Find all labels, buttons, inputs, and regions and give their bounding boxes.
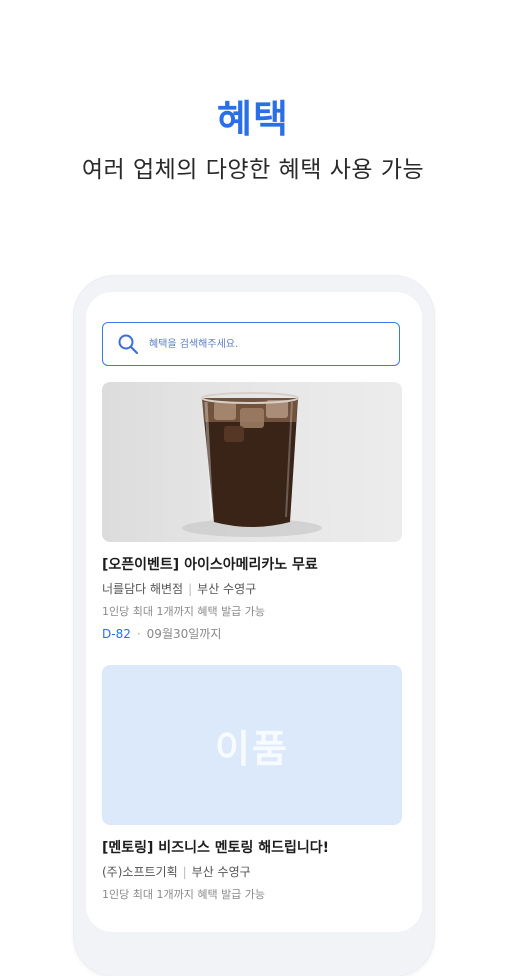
search-bar[interactable] <box>102 322 400 366</box>
search-icon <box>118 334 139 355</box>
search-input[interactable] <box>147 331 391 357</box>
dday-badge: D-82 <box>102 627 131 641</box>
benefit-title: [멘토링] 비즈니스 멘토링 해드립니다! <box>102 840 330 856</box>
benefit-location: 부산 수영구 <box>197 582 257 596</box>
page-subtitle: 여러 업체의 다양한 혜택 사용 가능 <box>81 157 425 183</box>
page-title: 혜택 <box>217 97 289 141</box>
meta-divider: | <box>182 865 187 879</box>
benefit-store: 너를담다 해변점 <box>102 582 184 596</box>
benefit-store-meta: (주)소프트기획 | 부산 수영구 <box>102 863 402 880</box>
phone-screen: [오픈이벤트] 아이스아메리카노 무료 너를담다 해변점 | 부산 수영구 1인당 … <box>86 292 422 932</box>
meta-divider: | <box>188 582 193 596</box>
benefit-store-meta: 너를담다 해변점 | 부산 수영구 <box>102 580 402 597</box>
benefit-title: [오픈이벤트] 아이스아메리카노 무료 <box>102 557 318 573</box>
deadline-divider: · <box>136 627 141 641</box>
benefit-image-placeholder: 이품 <box>102 665 402 825</box>
deadline-date: 09월30일까지 <box>146 627 222 641</box>
benefit-card[interactable]: [오픈이벤트] 아이스아메리카노 무료 너를담다 해변점 | 부산 수영구 1인당 … <box>102 382 402 642</box>
benefit-card[interactable]: 이품 [멘토링] 비즈니스 멘토링 해드립니다! (주)소프트기획 | 부산 수영구… <box>102 665 402 902</box>
benefit-store: (주)소프트기획 <box>102 865 178 879</box>
benefit-location: 부산 수영구 <box>191 865 251 879</box>
placeholder-logo-text: 이품 <box>215 726 289 771</box>
benefit-image-iced-americano <box>102 382 402 542</box>
benefit-deadline: D-82 · 09월30일까지 <box>102 625 402 642</box>
benefit-description: 1인당 최대 1개까지 혜택 발급 가능 <box>102 605 266 618</box>
